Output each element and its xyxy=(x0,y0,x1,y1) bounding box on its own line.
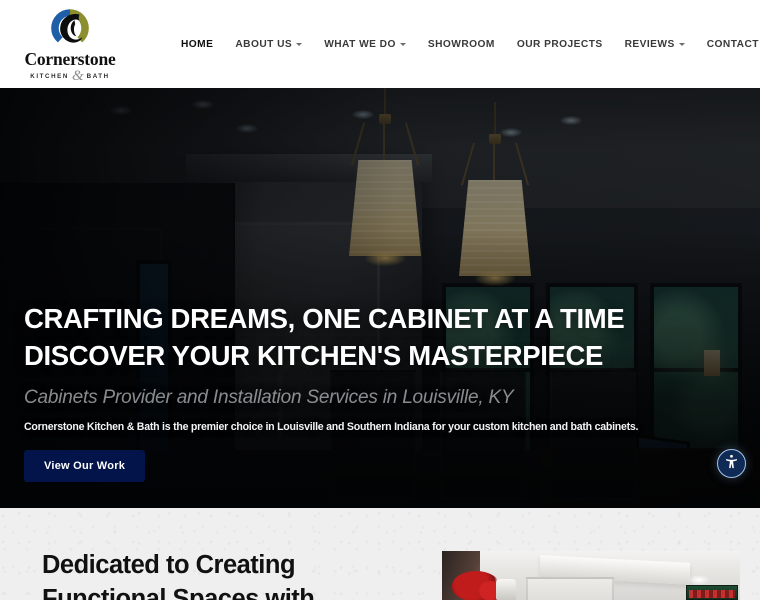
nav-item-what-we-do[interactable]: WHAT WE DO xyxy=(313,33,417,56)
nav-item-reviews[interactable]: REVIEWS xyxy=(614,33,696,56)
view-our-work-button[interactable]: View Our Work xyxy=(24,449,146,482)
nav-item-label: REVIEWS xyxy=(624,38,675,50)
brand-sub-kitchen: KITCHEN xyxy=(30,72,69,80)
hero-content: CRAFTING DREAMS, ONE CABINET AT A TIME D… xyxy=(24,300,664,482)
nav-item-label: ABOUT US xyxy=(235,38,293,50)
nav-item-label: SHOWROOM xyxy=(427,38,495,50)
site-header: Cornerstone KITCHEN & BATH HOME ABOUT US… xyxy=(0,0,760,88)
hero-title: CRAFTING DREAMS, ONE CABINET AT A TIME D… xyxy=(24,300,664,375)
nav-item-about-us[interactable]: ABOUT US xyxy=(224,33,313,56)
hero-description: Cornerstone Kitchen & Bath is the premie… xyxy=(24,420,639,433)
nav-item-home[interactable]: HOME xyxy=(170,33,224,56)
accessibility-person-icon xyxy=(723,453,740,475)
main-navigation: HOME ABOUT US WHAT WE DO SHOWROOM OUR PR… xyxy=(122,33,760,56)
hero-section: CRAFTING DREAMS, ONE CABINET AT A TIME D… xyxy=(0,88,760,508)
nav-item-showroom[interactable]: SHOWROOM xyxy=(417,33,506,56)
nav-item-label: OUR PROJECTS xyxy=(516,38,603,50)
brand-ampersand: & xyxy=(71,68,84,85)
chevron-down-icon xyxy=(399,43,406,46)
nav-item-label: HOME xyxy=(181,38,214,50)
accessibility-widget-button[interactable] xyxy=(717,449,746,478)
nav-item-label: WHAT WE DO xyxy=(324,38,396,50)
about-heading-line-2: Functional Spaces with xyxy=(42,584,315,600)
hero-title-line-1: CRAFTING DREAMS, ONE CABINET AT A TIME xyxy=(24,303,625,334)
nav-item-contact-us[interactable]: CONTACT US xyxy=(696,33,760,56)
brand-tagline: KITCHEN & BATH xyxy=(18,68,122,85)
hero-tagline: Cabinets Provider and Installation Servi… xyxy=(24,386,514,408)
about-heading: Dedicated to Creating Functional Spaces … xyxy=(42,549,402,600)
nav-item-label: CONTACT US xyxy=(706,38,760,50)
about-heading-line-1: Dedicated to Creating xyxy=(42,551,296,579)
chevron-down-icon xyxy=(678,43,685,46)
hero-title-line-2: DISCOVER YOUR KITCHEN'S MASTERPIECE xyxy=(24,340,604,372)
nav-item-our-projects[interactable]: OUR PROJECTS xyxy=(506,33,614,56)
brand-logo[interactable]: Cornerstone KITCHEN & BATH xyxy=(18,6,122,85)
brand-sub-bath: BATH xyxy=(86,72,110,80)
page-root: Cornerstone KITCHEN & BATH HOME ABOUT US… xyxy=(0,0,760,600)
cornerstone-circle-monogram-logo xyxy=(48,6,92,50)
about-photo xyxy=(442,551,740,600)
chevron-down-icon xyxy=(296,43,303,46)
brand-name: Cornerstone xyxy=(24,48,116,69)
